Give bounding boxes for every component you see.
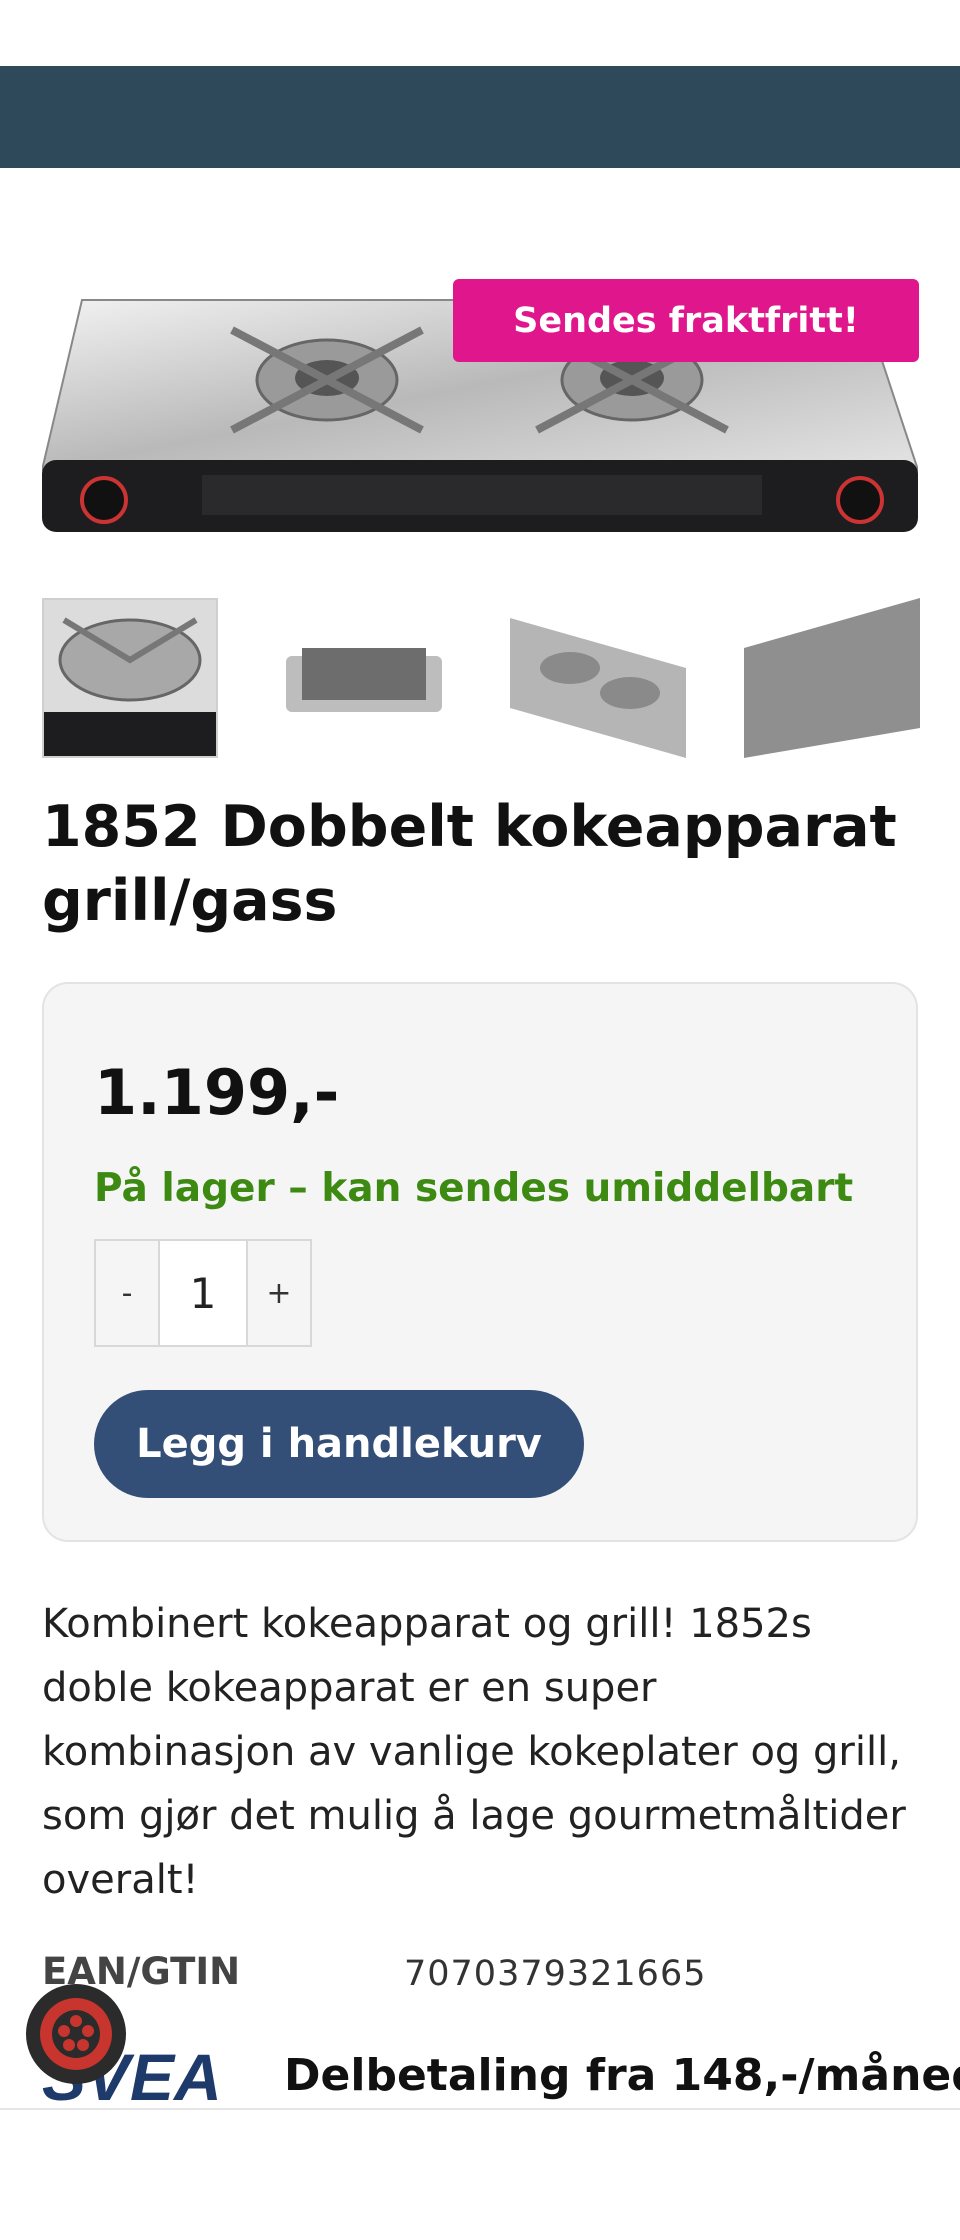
quantity-decrease-button[interactable]: - bbox=[94, 1239, 160, 1347]
cookie-settings-button[interactable] bbox=[26, 1984, 126, 2084]
product-description: Kombinert kokeapparat og grill! 1852s do… bbox=[42, 1601, 906, 1903]
product-thumbnail-3[interactable] bbox=[510, 598, 686, 758]
buy-box: 1.199,- På lager – kan sendes umiddelbar… bbox=[42, 982, 918, 1542]
quantity-input[interactable]: 1 bbox=[160, 1239, 246, 1347]
add-to-cart-button[interactable]: Legg i handlekurv bbox=[94, 1390, 584, 1498]
header-bar bbox=[0, 66, 960, 168]
stock-status: På lager – kan sendes umiddelbart bbox=[94, 1166, 854, 1211]
product-title: 1852 Dobbelt kokeapparat grill/gass bbox=[42, 794, 897, 934]
installment-text: Delbetaling fra 148,-/måned bbox=[284, 2050, 960, 2101]
free-shipping-badge: Sendes fraktfritt! bbox=[453, 279, 919, 362]
quantity-stepper: - 1 + bbox=[94, 1239, 312, 1347]
spec-value: 7070379321665 bbox=[404, 1954, 707, 1994]
cookie-settings-icon bbox=[40, 1998, 112, 2070]
product-thumbnail-2[interactable] bbox=[276, 598, 452, 758]
product-thumbnail-1[interactable] bbox=[42, 598, 218, 758]
divider bbox=[0, 2108, 960, 2110]
quantity-increase-button[interactable]: + bbox=[246, 1239, 312, 1347]
product-price: 1.199,- bbox=[94, 1056, 340, 1129]
product-thumbnail-4[interactable] bbox=[744, 598, 920, 758]
